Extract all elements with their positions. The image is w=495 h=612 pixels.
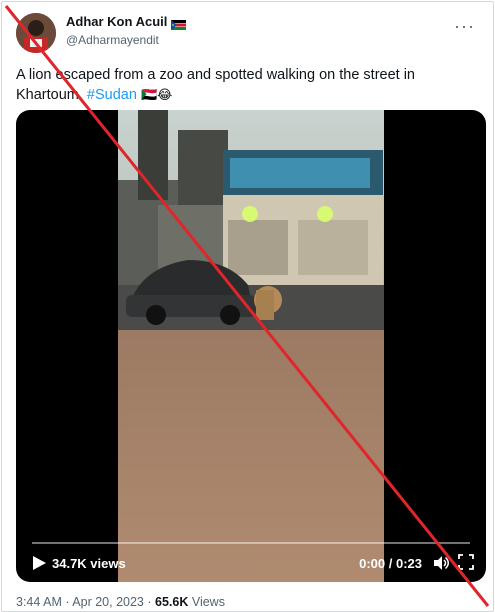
progress-bar[interactable]: [32, 542, 470, 544]
view-count: 65.6K: [155, 595, 189, 609]
hashtag-link[interactable]: #Sudan: [87, 87, 137, 103]
south-sudan-flag-icon: [171, 17, 187, 30]
more-options-icon[interactable]: ···: [454, 16, 475, 37]
meta-separator: ·: [61, 595, 73, 609]
tweet-time[interactable]: 3:44 AM: [16, 595, 62, 609]
avatar[interactable]: [16, 13, 56, 53]
video-controls: 34.7K views 0:00 / 0:23: [16, 522, 486, 582]
tweet-card: Adhar Kon Acuil @Adharmayendit ··· A lio…: [1, 1, 494, 612]
tweet-body: A lion escaped from a zoo and spotted wa…: [16, 67, 415, 103]
tweet-meta: 3:44 AM · Apr 20, 2023 · 65.6K Views: [16, 595, 225, 609]
meta-separator: ·: [143, 595, 155, 609]
sudan-flag-emoji: 🇸🇩: [140, 87, 158, 102]
volume-icon[interactable]: [432, 554, 450, 572]
fullscreen-icon[interactable]: [458, 554, 474, 570]
video-time: 0:00 / 0:23: [359, 556, 422, 571]
tweet-date[interactable]: Apr 20, 2023: [72, 595, 144, 609]
video-player[interactable]: 34.7K views 0:00 / 0:23: [16, 110, 486, 582]
play-icon[interactable]: [30, 554, 48, 572]
laughing-emoji: 😂: [157, 87, 173, 102]
author-handle[interactable]: @Adharmayendit: [66, 33, 159, 47]
views-label: Views: [188, 595, 225, 609]
video-views: 34.7K views: [52, 556, 126, 571]
author-name[interactable]: Adhar Kon Acuil: [66, 14, 167, 29]
tweet-text: A lion escaped from a zoo and spotted wa…: [16, 66, 476, 105]
video-frame: [118, 110, 384, 582]
